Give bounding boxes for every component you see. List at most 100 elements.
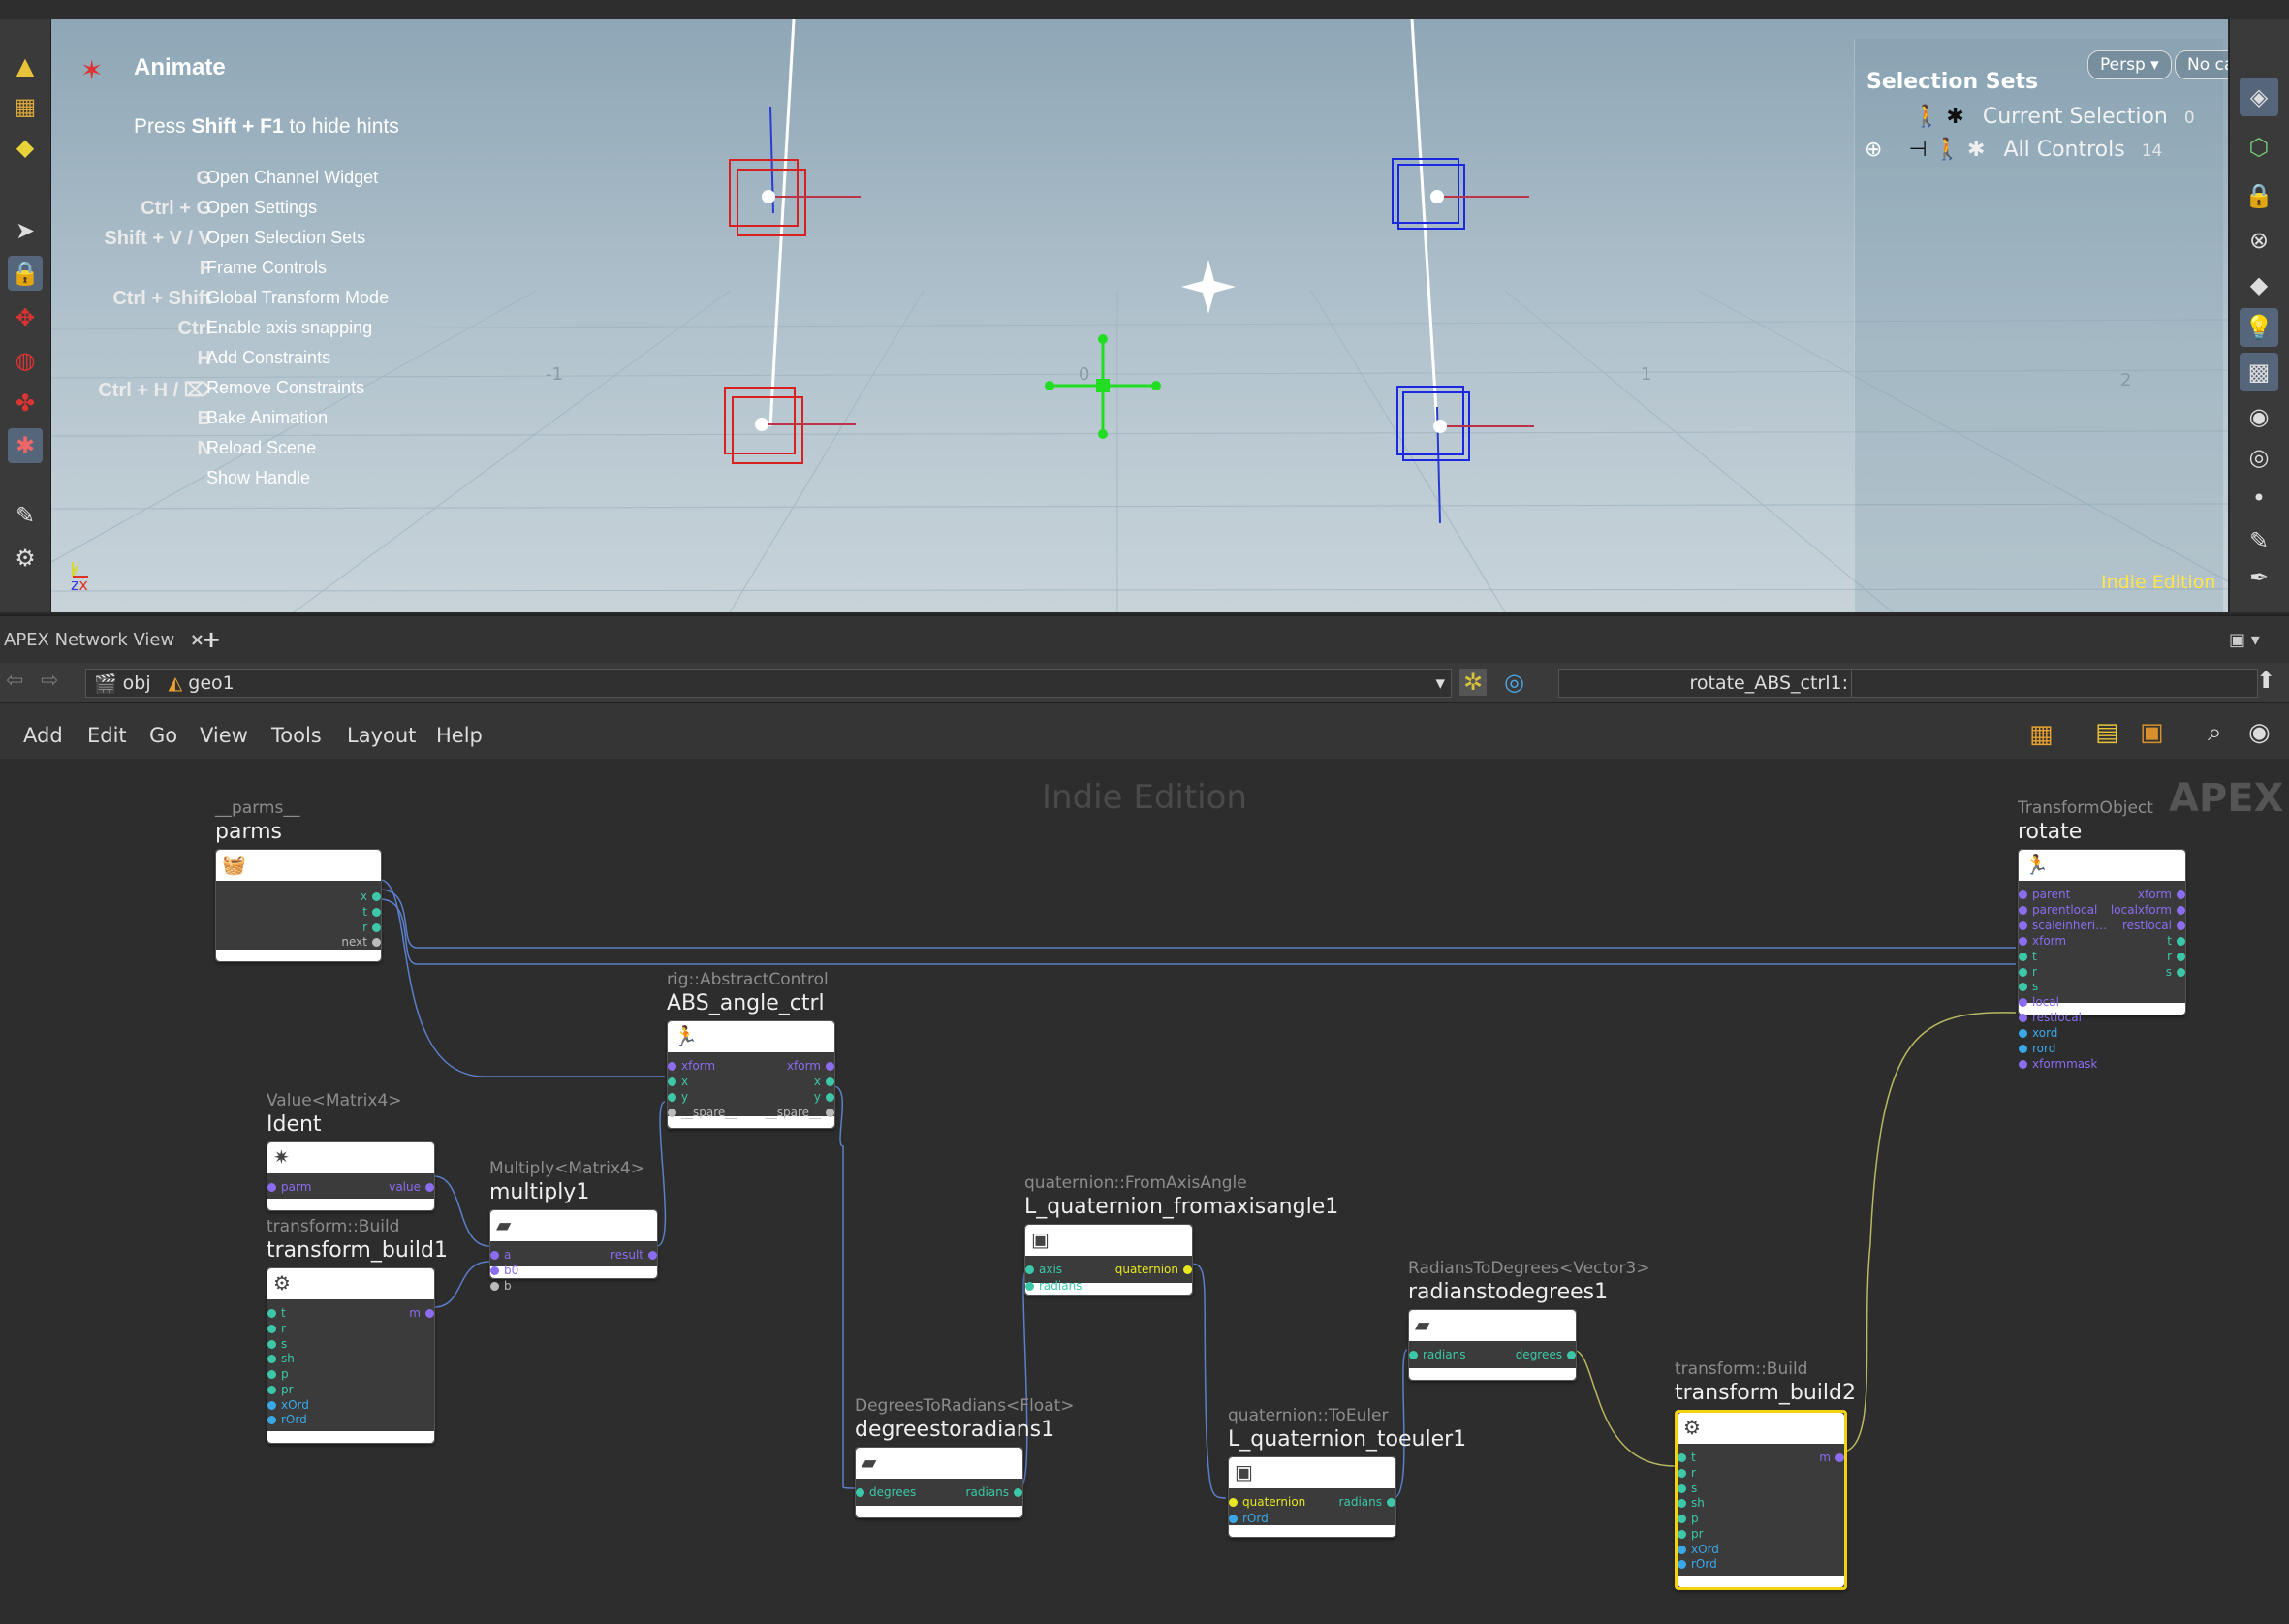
camera-persp-button[interactable]: Persp ▾ <box>2087 50 2172 79</box>
eye-alt-icon[interactable]: ◎ <box>2240 438 2278 477</box>
output-port[interactable]: quaternion <box>1115 1262 1192 1277</box>
output-port[interactable]: x <box>361 889 381 904</box>
network-editor[interactable]: Indie Edition APEX __parms__ parms 🧺 x t r nex… <box>0 759 2289 1624</box>
port-dot[interactable] <box>668 1077 676 1086</box>
port-dot[interactable] <box>267 1370 276 1379</box>
input-port[interactable]: xform <box>2019 933 2066 949</box>
port-dot[interactable] <box>1678 1515 1686 1523</box>
port-dot[interactable] <box>267 1355 276 1364</box>
port-dot[interactable] <box>1678 1483 1686 1493</box>
lock-icon[interactable]: 🔒 <box>2240 176 2278 215</box>
output-port[interactable]: xform <box>2138 887 2185 902</box>
dot-icon[interactable]: • <box>2240 479 2278 517</box>
menu-tools[interactable]: Tools <box>271 724 322 747</box>
port-dot[interactable] <box>1678 1453 1686 1462</box>
edit-tool-icon[interactable]: ◆ <box>8 130 43 165</box>
input-port[interactable]: pr <box>1678 1526 1704 1542</box>
input-port[interactable]: __spare__ <box>668 1105 737 1120</box>
breadcrumb-geo1[interactable]: geo1 <box>188 672 234 694</box>
selection-set-current[interactable]: 🚶 ✱ Current Selection 0 <box>1913 105 2195 134</box>
node-parms[interactable]: 🧺 x t r next <box>215 849 382 962</box>
port-dot[interactable] <box>1387 1498 1395 1507</box>
sticky-note-icon[interactable]: ▤ <box>2095 718 2119 747</box>
node-fromaxis[interactable]: ▣ axis radians quaternion <box>1024 1224 1193 1296</box>
input-port[interactable]: p <box>267 1366 289 1382</box>
port-dot[interactable] <box>2019 1045 2027 1053</box>
input-port[interactable]: y <box>668 1089 688 1105</box>
port-dot[interactable] <box>1678 1545 1686 1554</box>
port-dot[interactable] <box>490 1281 499 1291</box>
node-name-label[interactable]: L_quaternion_toeuler1 <box>1228 1427 1466 1452</box>
input-port[interactable]: b0 <box>490 1263 518 1278</box>
node-tb1[interactable]: ⚙ t r s sh p pr xOrd rOrd m <box>267 1267 435 1444</box>
input-port[interactable]: a <box>490 1247 511 1263</box>
points-tool-icon[interactable]: ▦ <box>8 89 43 124</box>
input-port[interactable]: degrees <box>856 1484 916 1500</box>
port-dot[interactable] <box>2177 952 2185 961</box>
scale-tool-icon[interactable]: ✤ <box>8 386 43 421</box>
port-dot[interactable] <box>1409 1351 1418 1359</box>
menu-view[interactable]: View <box>200 724 248 747</box>
shape-tool-icon[interactable]: ▲ <box>8 48 43 83</box>
port-dot[interactable] <box>826 1062 834 1071</box>
input-port[interactable]: xformmask <box>2019 1056 2097 1072</box>
input-port[interactable]: xform <box>668 1058 715 1074</box>
brush-icon[interactable]: ✎ <box>2240 521 2278 560</box>
port-dot[interactable] <box>1678 1529 1686 1539</box>
input-port[interactable]: rOrd <box>1678 1556 1717 1572</box>
input-port[interactable]: x <box>668 1074 688 1089</box>
back-arrow-icon[interactable]: ⇦ <box>6 669 23 693</box>
diamond-icon[interactable]: ◆ <box>2240 265 2278 304</box>
node-name-label[interactable]: Ident <box>267 1112 322 1137</box>
upload-arrow-icon[interactable]: ⬆ <box>2256 667 2275 694</box>
node-r2d[interactable]: ▰ radians degrees <box>1408 1309 1577 1381</box>
port-dot[interactable] <box>267 1309 276 1318</box>
menu-edit[interactable]: Edit <box>87 724 127 747</box>
menu-help[interactable]: Help <box>436 724 483 747</box>
port-dot[interactable] <box>2019 967 2027 977</box>
port-dot[interactable] <box>2019 936 2027 946</box>
port-dot[interactable] <box>1678 1468 1686 1478</box>
port-dot[interactable] <box>490 1251 499 1260</box>
input-port[interactable]: xord <box>2019 1025 2057 1041</box>
search-icon[interactable]: ⌕ <box>2208 718 2222 748</box>
port-dot[interactable] <box>668 1062 676 1071</box>
port-dot[interactable] <box>267 1416 276 1425</box>
input-port[interactable]: restlocal <box>2019 1010 2082 1025</box>
port-dot[interactable] <box>1835 1453 1844 1462</box>
port-dot[interactable] <box>826 1108 834 1117</box>
output-port[interactable]: value <box>389 1179 434 1195</box>
port-dot[interactable] <box>2019 905 2027 915</box>
lock-tool-icon[interactable]: 🔒 <box>8 256 43 291</box>
input-port[interactable]: pr <box>267 1382 294 1397</box>
input-port[interactable]: t <box>267 1305 286 1321</box>
input-port[interactable]: t <box>1678 1450 1696 1465</box>
node-name-label[interactable]: multiply1 <box>489 1180 589 1204</box>
selection-set-all[interactable]: ⊕ ⊣ 🚶 ✱ All Controls 14 <box>1865 138 2162 167</box>
port-dot[interactable] <box>267 1339 276 1349</box>
paint-tool-icon[interactable]: ✎ <box>8 498 43 533</box>
output-port[interactable]: radians <box>966 1484 1022 1500</box>
port-dot[interactable] <box>372 922 381 932</box>
grid-view-icon[interactable]: ▦ <box>2029 720 2054 749</box>
eye-icon[interactable]: ◉ <box>2240 397 2278 436</box>
menu-layout[interactable]: Layout <box>347 724 416 747</box>
move-tool-icon[interactable]: ✥ <box>8 300 43 335</box>
target-icon[interactable]: ◎ <box>1504 669 1524 696</box>
input-port[interactable]: parentlocal <box>2019 902 2097 918</box>
add-tab-icon[interactable]: + <box>202 626 221 653</box>
output-port[interactable]: r <box>2167 949 2185 964</box>
node-name-label[interactable]: L_quaternion_fromaxisangle1 <box>1024 1195 1338 1219</box>
input-port[interactable]: t <box>2019 949 2037 964</box>
port-dot[interactable] <box>2019 921 2027 930</box>
output-port[interactable]: radians <box>1339 1494 1395 1510</box>
input-port[interactable]: xOrd <box>1678 1542 1719 1557</box>
output-port[interactable]: m <box>409 1305 434 1321</box>
input-port[interactable]: local <box>2019 994 2059 1010</box>
select-arrow-icon[interactable]: ➤ <box>8 213 43 248</box>
input-port[interactable]: axis <box>1025 1262 1062 1277</box>
port-dot[interactable] <box>1183 1265 1192 1274</box>
port-dot[interactable] <box>1025 1265 1034 1274</box>
output-port[interactable]: result <box>611 1247 657 1263</box>
expand-plus-icon[interactable]: ⊕ <box>1865 138 1882 162</box>
